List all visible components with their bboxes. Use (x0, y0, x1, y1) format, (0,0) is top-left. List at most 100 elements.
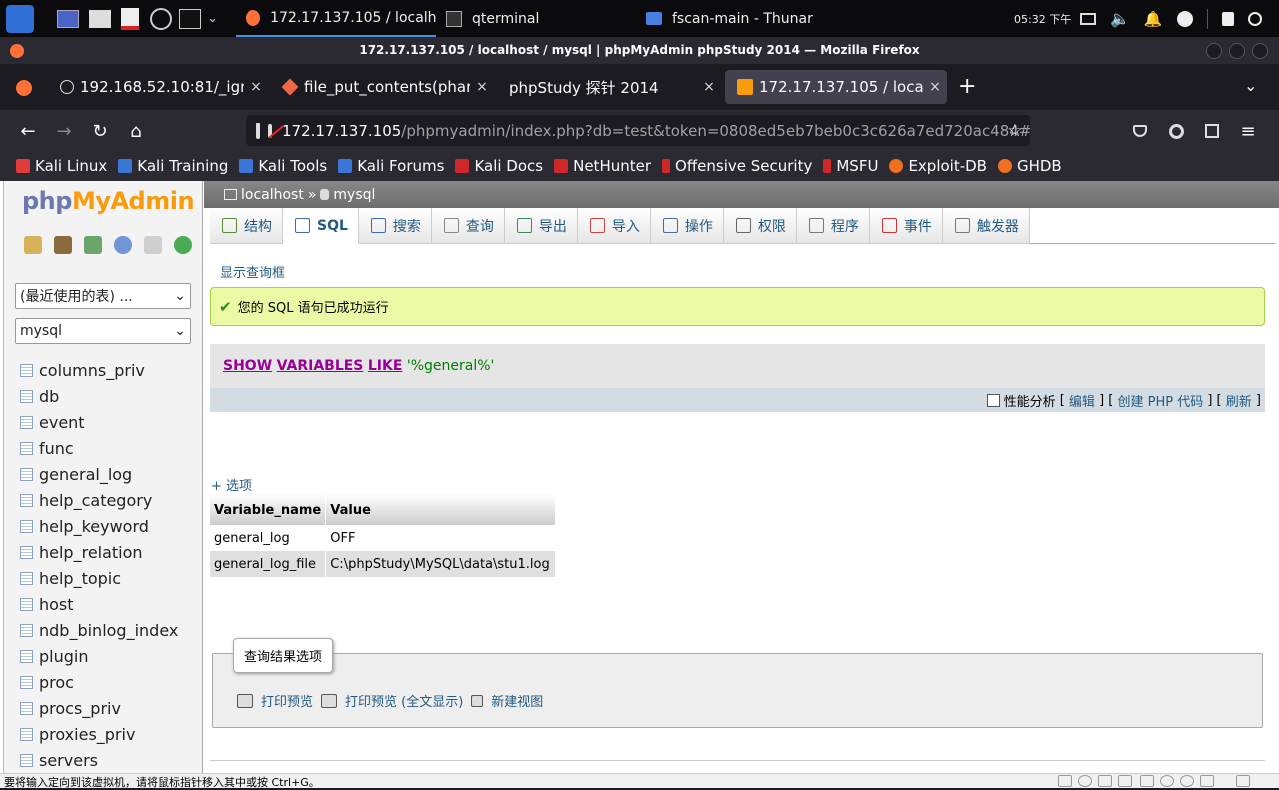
insecure-lock-icon[interactable] (268, 123, 284, 139)
table-icon[interactable] (20, 753, 33, 767)
taskbar-item-thunar[interactable]: fscan-main - Thunar (644, 0, 844, 37)
sql-docs-icon[interactable] (144, 236, 162, 254)
table-list-item[interactable]: db (20, 383, 178, 409)
table-name[interactable]: procs_priv (39, 699, 121, 718)
home-button[interactable]: ⌂ (123, 118, 149, 144)
tab-ignition[interactable]: 192.168.52.10:81/_ignition × (48, 70, 268, 104)
table-name[interactable]: proc (39, 673, 74, 692)
table-icon[interactable] (20, 675, 33, 689)
tab-file-put-contents[interactable]: file_put_contents(phar:///\ × (272, 70, 494, 104)
table-name[interactable]: columns_priv (39, 361, 145, 380)
table-icon[interactable] (20, 493, 33, 507)
table-icon[interactable] (20, 389, 33, 403)
display-status-icon[interactable] (1200, 775, 1214, 787)
display-icon[interactable] (1080, 12, 1096, 25)
logout-icon[interactable] (1247, 11, 1262, 26)
maximize-button[interactable] (1229, 43, 1245, 59)
bookmark-kali-tools[interactable]: Kali Tools (239, 157, 327, 175)
table-list-item[interactable]: help_keyword (20, 513, 178, 539)
table-list-item[interactable]: host (20, 591, 178, 617)
refresh-link[interactable]: 刷新 (1226, 391, 1252, 410)
shield-icon[interactable] (256, 122, 260, 139)
tab-export[interactable]: 导出 (504, 208, 578, 244)
bookmark-kali-docs[interactable]: Kali Docs (455, 157, 543, 175)
list-all-tabs-icon[interactable]: ⌄ (1244, 76, 1257, 95)
table-icon[interactable] (20, 571, 33, 585)
edit-link[interactable]: 编辑 (1069, 391, 1095, 410)
column-header[interactable]: Variable_name (210, 494, 327, 525)
show-desktop-icon[interactable] (57, 0, 79, 37)
table-icon[interactable] (20, 597, 33, 611)
pocket-icon[interactable] (1127, 118, 1153, 144)
text-editor-icon[interactable] (121, 0, 139, 37)
table-icon[interactable] (20, 519, 33, 533)
table-icon[interactable] (20, 415, 33, 429)
bookmark-offensive-security[interactable]: Offensive Security (662, 157, 812, 175)
table-name[interactable]: help_category (39, 491, 152, 510)
breadcrumb-db[interactable]: mysql (333, 187, 375, 203)
column-header[interactable]: Value (325, 494, 557, 525)
back-button[interactable]: ← (15, 118, 41, 144)
cd-icon[interactable] (1078, 775, 1092, 787)
minimize-button[interactable] (1206, 43, 1222, 59)
profiling-checkbox[interactable] (986, 393, 1000, 407)
table-name[interactable]: db (39, 387, 59, 406)
tab-import[interactable]: 导入 (577, 208, 651, 244)
table-icon[interactable] (20, 363, 33, 377)
url-bar[interactable]: 172.17.137.105/phpmyadmin/index.php?db=t… (246, 115, 1030, 146)
close-tab-icon[interactable]: × (470, 79, 494, 95)
audio-icon[interactable] (1118, 775, 1132, 787)
logout-icon[interactable] (54, 236, 72, 254)
forward-button[interactable]: → (51, 118, 77, 144)
table-icon[interactable] (20, 623, 33, 637)
close-tab-icon[interactable]: × (923, 79, 947, 95)
tab-query[interactable]: 查询 (431, 208, 505, 244)
table-list-item[interactable]: help_relation (20, 539, 178, 565)
docs-icon[interactable] (114, 236, 132, 254)
tab-phpmyadmin[interactable]: 172.17.137.105 / localhost × (725, 70, 947, 104)
table-name[interactable]: plugin (39, 647, 88, 666)
table-name[interactable]: host (39, 595, 74, 614)
kali-menu-icon[interactable] (6, 0, 34, 37)
file-manager-icon[interactable] (89, 0, 111, 37)
tab-privileges[interactable]: 权限 (723, 208, 797, 244)
table-list-item[interactable]: event (20, 409, 178, 435)
terminal-launcher-icon[interactable]: ⌄ (179, 0, 218, 37)
volume-icon[interactable]: 🔈 (1110, 9, 1130, 28)
pma-logo[interactable]: phpMyAdmin (22, 187, 195, 215)
table-name[interactable]: servers (39, 751, 98, 770)
new-tab-button[interactable]: + (958, 74, 976, 99)
reload-nav-icon[interactable] (174, 236, 192, 254)
table-list-item[interactable]: general_log (20, 461, 178, 487)
table-icon[interactable] (20, 649, 33, 663)
table-name[interactable]: proxies_priv (39, 725, 135, 744)
bookmark-nethunter[interactable]: NetHunter (554, 157, 651, 175)
notification-bell-icon[interactable]: 🔔 (1144, 10, 1163, 28)
messages-icon[interactable] (1236, 775, 1250, 787)
taskbar-item-firefox[interactable]: 172.17.137.105 / localho... (236, 0, 436, 37)
tab-search[interactable]: 搜索 (358, 208, 432, 244)
table-list-item[interactable]: func (20, 435, 178, 461)
account-icon[interactable] (1163, 118, 1189, 144)
table-list-item[interactable]: help_category (20, 487, 178, 513)
lock-icon[interactable] (1221, 11, 1234, 26)
bookmark-kali-training[interactable]: Kali Training (118, 157, 228, 175)
close-tab-icon[interactable]: × (244, 79, 268, 95)
table-name[interactable]: help_relation (39, 543, 143, 562)
tab-sql[interactable]: SQL (283, 208, 359, 244)
reload-button[interactable]: ↻ (87, 118, 113, 144)
app-menu-icon[interactable]: ≡ (1235, 118, 1261, 144)
table-name[interactable]: general_log (39, 465, 132, 484)
tab-phpstudy[interactable]: phpStudy 探针 2014 × (497, 70, 721, 104)
breadcrumb-server[interactable]: localhost (241, 187, 304, 203)
create-php-code-link[interactable]: 创建 PHP 代码 (1117, 391, 1203, 410)
tab-events[interactable]: 事件 (869, 208, 943, 244)
table-name[interactable]: help_keyword (39, 517, 149, 536)
table-name[interactable]: help_topic (39, 569, 121, 588)
table-list-item[interactable]: columns_priv (20, 357, 178, 383)
database-select[interactable]: mysql ⌄ (15, 318, 191, 344)
bookmark-kali-linux[interactable]: Kali Linux (16, 157, 107, 175)
clock[interactable]: 05:32 下午 (1014, 0, 1071, 37)
home-icon[interactable] (24, 236, 42, 254)
printer-icon[interactable] (1140, 775, 1154, 787)
